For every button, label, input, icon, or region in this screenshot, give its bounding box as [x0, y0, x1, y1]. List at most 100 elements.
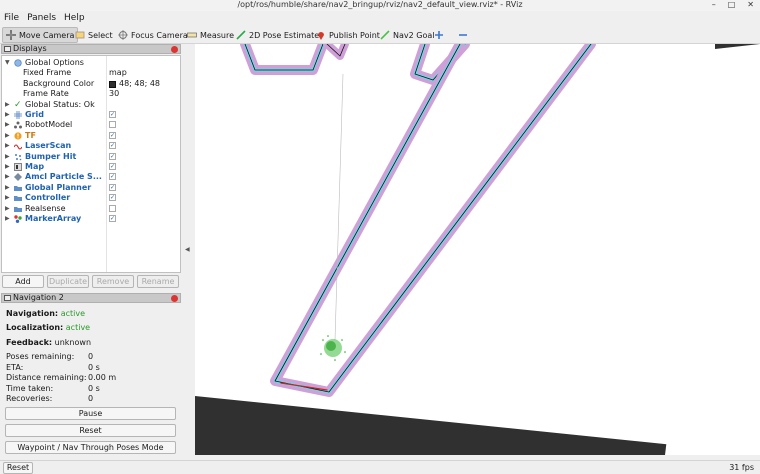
navigation-label: Navigation: [6, 309, 59, 318]
tree-row-markerarray[interactable]: ▶ MarkerArray ✓ [2, 214, 180, 224]
nav-reset-button[interactable]: Reset [5, 424, 176, 437]
waypoint-mode-button[interactable]: Waypoint / Nav Through Poses Mode [5, 441, 176, 454]
pause-button[interactable]: Pause [5, 407, 176, 420]
render-viewport[interactable] [195, 44, 760, 455]
add-tool-button[interactable] [431, 27, 447, 43]
tree-row-map[interactable]: ▶ Map ✓ [2, 162, 180, 172]
folder-icon [14, 196, 22, 202]
close-panel-icon[interactable] [171, 46, 178, 53]
frame-rate-value[interactable]: 30 [109, 89, 119, 99]
display-name-controller: Controller [25, 193, 71, 203]
display-name-bumper-hit: Bumper Hit [25, 151, 77, 161]
checkbox-controller[interactable]: ✓ [109, 194, 116, 202]
publish-point-label: Publish Point [329, 30, 380, 40]
display-name-amcl-particles: Amcl Particle S... [25, 172, 102, 182]
feedback-value: unknown [54, 338, 92, 347]
checkbox-tf[interactable]: ✓ [109, 131, 116, 139]
nav2-goal-label: Nav2 Goal [393, 30, 435, 40]
duplicate-display-button[interactable]: Duplicate [47, 275, 89, 288]
checkbox-markerarray[interactable]: ✓ [109, 215, 116, 222]
checkbox-amcl-particles[interactable]: ✓ [109, 173, 116, 181]
minus-icon [459, 34, 467, 36]
display-name-tf: TF [25, 130, 36, 140]
tree-row-fixed-frame[interactable]: Fixed Frame map [2, 68, 180, 78]
close-panel-icon[interactable] [171, 295, 178, 302]
nav2-goal-tool[interactable]: Nav2 Goal [377, 27, 437, 43]
distance-remaining-label: Distance remaining: [6, 373, 87, 382]
checkbox-realsense[interactable] [109, 204, 116, 212]
map-scene[interactable] [195, 44, 760, 455]
displays-title: Displays [13, 44, 47, 53]
checkbox-map[interactable]: ✓ [109, 163, 116, 170]
tree-row-global-status[interactable]: ▶ ✓ Global Status: Ok [2, 99, 180, 110]
measure-tool[interactable]: Measure [184, 27, 237, 43]
collapse-arrow-icon[interactable]: ▼ [5, 58, 10, 68]
expand-arrow-icon[interactable]: ▶ [5, 120, 10, 130]
expand-arrow-icon[interactable]: ▶ [5, 162, 10, 172]
tree-row-bumper-hit[interactable]: ▶ Bumper Hit ✓ [2, 151, 180, 162]
menu-help[interactable]: Help [60, 11, 89, 25]
remove-tool-button[interactable] [455, 27, 471, 43]
checkbox-laserscan[interactable]: ✓ [109, 142, 116, 150]
select-tool[interactable]: Select [72, 27, 116, 43]
tree-row-global-options[interactable]: ▼ Global Options [2, 58, 180, 68]
display-name-realsense: Realsense [25, 203, 66, 213]
nav2-title: Navigation 2 [13, 293, 64, 302]
frame-rate-label: Frame Rate [23, 89, 69, 99]
expand-arrow-icon[interactable]: ▶ [5, 100, 10, 110]
menu-file[interactable]: File [0, 11, 23, 25]
measure-label: Measure [200, 30, 234, 40]
tree-row-robotmodel[interactable]: ▶ RobotModel [2, 120, 180, 130]
publish-point-tool[interactable]: Publish Point [313, 27, 383, 43]
expand-arrow-icon[interactable]: ▶ [5, 214, 10, 224]
tree-row-amcl-particles[interactable]: ▶ Amcl Particle S... ✓ [2, 172, 180, 182]
tree-row-laserscan[interactable]: ▶ LaserScan ✓ [2, 141, 180, 151]
pose-estimate-tool[interactable]: 2D Pose Estimate [233, 27, 322, 43]
expand-arrow-icon[interactable]: ▶ [5, 141, 10, 151]
minimize-button[interactable]: – [712, 0, 716, 10]
tree-row-tf[interactable]: ▶ TF ✓ [2, 130, 180, 141]
collapse-left-icon[interactable]: ◀ [185, 246, 190, 253]
pose-estimate-label: 2D Pose Estimate [249, 30, 320, 40]
reset-button[interactable]: Reset [3, 462, 33, 474]
close-button[interactable]: ✕ [747, 0, 754, 10]
dock-collapse-handle[interactable]: ◀ [182, 44, 195, 460]
maximize-button[interactable]: □ [728, 0, 736, 10]
expand-arrow-icon[interactable]: ▶ [5, 110, 10, 120]
tree-row-realsense[interactable]: ▶ Realsense [2, 203, 180, 214]
remove-display-button[interactable]: Remove [92, 275, 134, 288]
expand-arrow-icon[interactable]: ▶ [5, 183, 10, 193]
recoveries-label: Recoveries: [6, 394, 53, 403]
expand-arrow-icon[interactable]: ▶ [5, 204, 10, 214]
tree-row-background-color[interactable]: Background Color 48; 48; 48 [2, 79, 180, 89]
nav2-panel: Navigation: active Localization: active … [1, 303, 181, 460]
focus-camera-tool[interactable]: Focus Camera [115, 27, 191, 43]
expand-arrow-icon[interactable]: ▶ [5, 131, 10, 141]
rename-display-button[interactable]: Rename [137, 275, 179, 288]
tree-row-controller[interactable]: ▶ Controller ✓ [2, 193, 180, 203]
background-color-value[interactable]: 48; 48; 48 [119, 79, 160, 89]
select-icon [75, 31, 85, 39]
global-status-label: Global Status: Ok [25, 99, 95, 109]
expand-arrow-icon[interactable]: ▶ [5, 152, 10, 162]
display-name-global-planner: Global Planner [25, 182, 92, 192]
move-camera-icon [6, 30, 16, 40]
checkbox-global-planner[interactable]: ✓ [109, 183, 116, 191]
checkbox-grid[interactable]: ✓ [109, 111, 116, 118]
move-camera-tool[interactable]: Move Camera [2, 27, 79, 43]
feedback-label: Feedback: [6, 338, 53, 347]
tree-row-frame-rate[interactable]: Frame Rate 30 [2, 89, 180, 99]
tree-row-grid[interactable]: ▶ Grid ✓ [2, 110, 180, 120]
expand-arrow-icon[interactable]: ▶ [5, 172, 10, 182]
expand-arrow-icon[interactable]: ▶ [5, 193, 10, 203]
fps-readout: 31 fps [729, 463, 754, 472]
tree-row-global-planner[interactable]: ▶ Global Planner ✓ [2, 182, 180, 193]
focus-camera-icon [118, 30, 128, 40]
global-options-label: Global Options [25, 58, 84, 67]
checkbox-robotmodel[interactable] [109, 121, 116, 129]
display-name-laserscan: LaserScan [25, 141, 72, 151]
fixed-frame-value[interactable]: map [109, 68, 127, 78]
checkbox-bumper-hit[interactable]: ✓ [109, 152, 116, 160]
add-display-button[interactable]: Add [2, 275, 44, 288]
menu-panels[interactable]: Panels [23, 11, 60, 25]
